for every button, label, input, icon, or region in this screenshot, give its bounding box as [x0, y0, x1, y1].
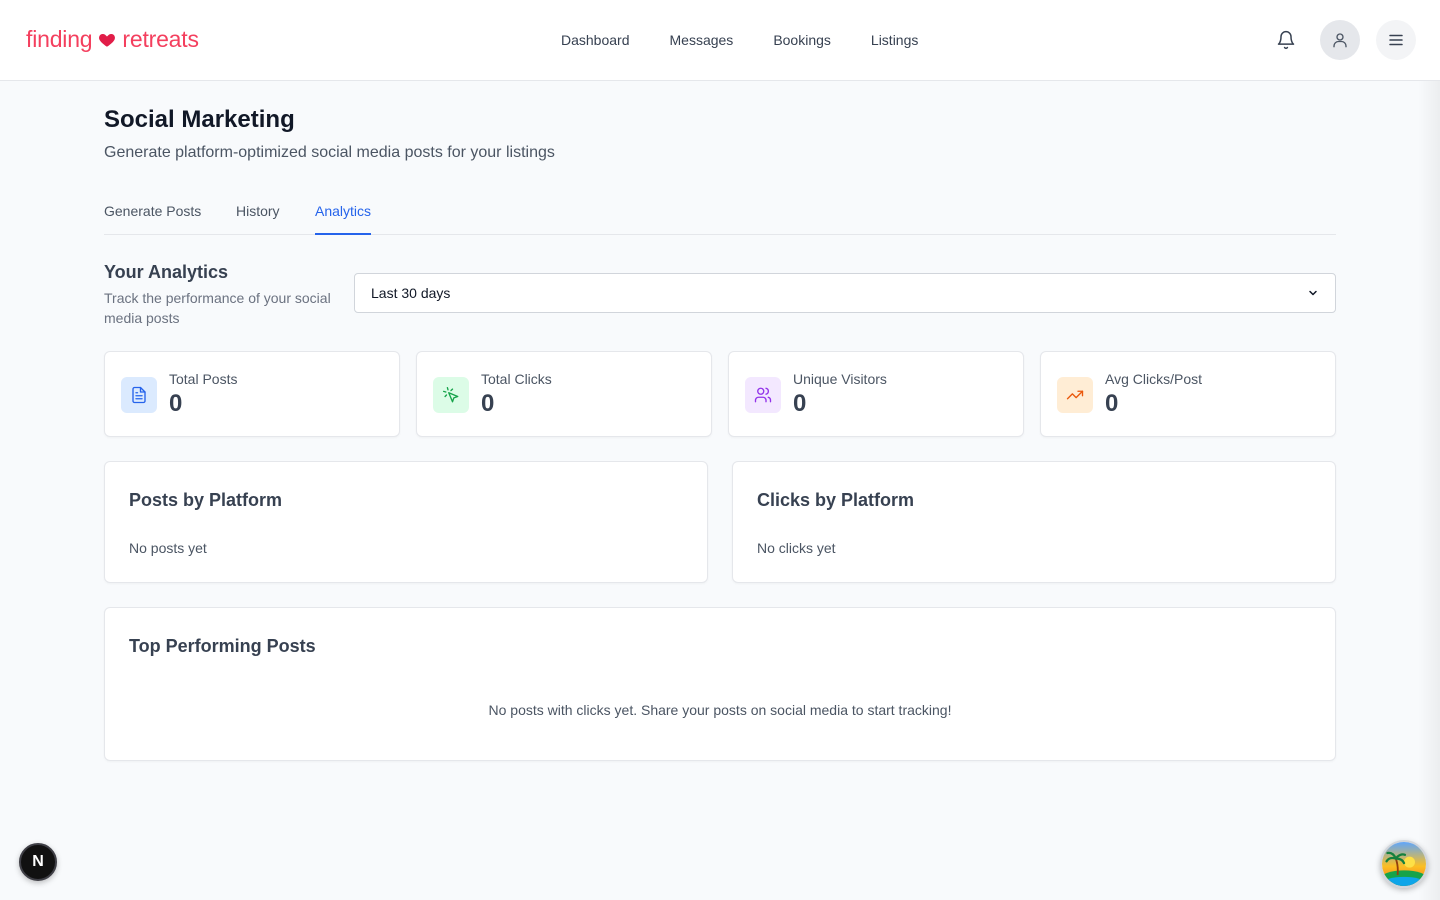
- panel-title: Clicks by Platform: [757, 490, 915, 510]
- bell-icon: [1277, 30, 1295, 50]
- island-palm-icon: [1382, 842, 1426, 886]
- menu-button[interactable]: [1376, 20, 1416, 60]
- chevron-down-icon: [1309, 290, 1317, 296]
- empty-state-text: No clicks yet: [757, 540, 836, 556]
- stat-icon-box: [433, 377, 469, 413]
- nav-dashboard[interactable]: Dashboard: [541, 31, 650, 49]
- posts-by-platform-panel: Posts by Platform No posts yet: [104, 461, 708, 583]
- page-title: Social Marketing: [104, 106, 295, 133]
- stat-label: Unique Visitors: [793, 371, 887, 387]
- next-badge-letter: N: [32, 853, 44, 870]
- top-performing-posts-panel: Top Performing Posts No posts with click…: [104, 607, 1336, 761]
- stat-label: Total Clicks: [481, 371, 552, 387]
- stat-card-total-clicks: Total Clicks 0: [416, 351, 712, 437]
- heart-icon: [99, 33, 116, 47]
- stat-label: Total Posts: [169, 371, 238, 387]
- analytics-description: Track the performance of your social med…: [104, 290, 331, 326]
- stat-icon-box: [121, 377, 157, 413]
- analytics-title: Your Analytics: [104, 262, 229, 282]
- stat-value: 0: [1105, 390, 1119, 417]
- nextjs-dev-badge[interactable]: N: [19, 843, 57, 881]
- right-edge-shade: [1418, 81, 1440, 900]
- brand-logo[interactable]: finding retreats: [26, 26, 199, 53]
- stat-value: 0: [481, 390, 495, 417]
- date-range-value: Last 30 days: [371, 285, 451, 301]
- stat-value: 0: [793, 390, 807, 417]
- notifications-button[interactable]: [1266, 20, 1306, 60]
- users-icon: [754, 387, 772, 403]
- page-subtitle: Generate platform-optimized social media…: [104, 144, 555, 161]
- clicks-by-platform-panel: Clicks by Platform No clicks yet: [732, 461, 1336, 583]
- top-header: finding retreats Dashboard Messages Book…: [0, 0, 1440, 81]
- user-icon: [1333, 33, 1347, 48]
- stat-label: Avg Clicks/Post: [1105, 371, 1202, 387]
- panel-title: Posts by Platform: [129, 490, 283, 510]
- stat-icon-box: [1057, 377, 1093, 413]
- stat-value: 0: [169, 390, 183, 417]
- document-icon: [132, 386, 146, 404]
- empty-state-text: No posts with clicks yet. Share your pos…: [488, 702, 952, 718]
- assistant-bubble-button[interactable]: [1380, 840, 1428, 888]
- tab-bar: Generate Posts History Analytics: [104, 196, 1336, 235]
- date-range-select[interactable]: Last 30 days: [354, 273, 1336, 313]
- nav-listings[interactable]: Listings: [851, 31, 938, 49]
- brand-name-left: finding: [26, 26, 93, 52]
- brand-name-right: retreats: [122, 26, 199, 52]
- empty-state-text: No posts yet: [129, 540, 207, 556]
- menu-icon: [1389, 34, 1403, 46]
- cursor-click-icon: [442, 386, 459, 403]
- stat-card-total-posts: Total Posts 0: [104, 351, 400, 437]
- nav-messages[interactable]: Messages: [650, 31, 754, 49]
- stat-card-unique-visitors: Unique Visitors 0: [728, 351, 1024, 437]
- trending-up-icon: [1066, 390, 1084, 400]
- nav-bookings[interactable]: Bookings: [753, 31, 851, 49]
- tab-history[interactable]: History: [236, 203, 280, 235]
- tab-analytics[interactable]: Analytics: [315, 203, 372, 235]
- user-avatar-button[interactable]: [1320, 20, 1360, 60]
- main-nav: Dashboard Messages Bookings Listings: [541, 31, 938, 49]
- stat-icon-box: [745, 377, 781, 413]
- panel-title: Top Performing Posts: [129, 636, 316, 656]
- tab-generate-posts[interactable]: Generate Posts: [104, 203, 201, 235]
- stat-card-avg-clicks: Avg Clicks/Post 0: [1040, 351, 1336, 437]
